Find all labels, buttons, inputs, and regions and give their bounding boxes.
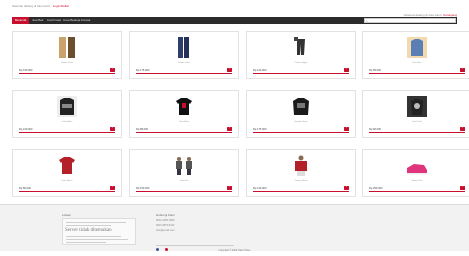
cart-icon: + — [345, 127, 348, 129]
divider — [136, 72, 232, 74]
main-navbar: Beranda Jual Beli Konfirmasi Cara Belanj… — [12, 17, 457, 24]
product-name[interactable]: Sweater Hitam — [247, 121, 355, 123]
product-image[interactable] — [56, 95, 78, 118]
product-card[interactable]: Celana Chino Rp 150.000 + — [12, 31, 122, 79]
map-text-line — [66, 242, 106, 243]
product-card[interactable]: Celana Jogger Rp 120.000 + — [246, 31, 356, 79]
divider — [369, 72, 465, 74]
map-text-line — [66, 236, 121, 237]
contact-line: 0812-3456-7890 — [156, 219, 175, 222]
product-name[interactable]: Kemeja Merah — [247, 180, 355, 182]
cart-icon: + — [228, 127, 231, 129]
product-card[interactable]: Kaos Print Rp 90.000 + — [362, 90, 469, 138]
social-links — [156, 238, 170, 256]
product-card[interactable]: Kaos Biru Rp 95.000 + — [362, 31, 469, 79]
add-to-cart-button[interactable]: + — [344, 127, 349, 131]
contact-title: Hubungi Kami — [156, 213, 175, 217]
add-to-cart-button[interactable]: + — [227, 127, 232, 131]
product-card[interactable]: Celana Jeans Rp 175.000 + — [129, 31, 239, 79]
cart-icon: + — [228, 68, 231, 70]
nav-item-contact[interactable]: Kontak — [78, 17, 93, 24]
product-image[interactable] — [173, 95, 195, 118]
login-link[interactable]: Login/Daftar — [53, 4, 69, 8]
product-card[interactable]: Kaos Set Rp 150.000 + — [129, 149, 239, 197]
product-card[interactable]: Kemeja Merah Rp 130.000 + — [246, 149, 356, 197]
cart-icon: + — [111, 127, 114, 129]
contact-line: 0813-9876-5432 — [156, 224, 175, 227]
divider — [136, 131, 232, 133]
product-name[interactable]: Kaos Biru — [363, 62, 469, 64]
product-card[interactable]: Kaos Merah Rp 80.000 + — [12, 149, 122, 197]
welcome-label: Selamat datang di toko kami, — [12, 4, 51, 8]
map-text-line — [66, 222, 126, 223]
divider — [253, 190, 349, 192]
map-text-line — [66, 225, 111, 226]
product-name[interactable]: Celana Chino — [13, 62, 121, 64]
nav-item-home[interactable]: Beranda — [12, 17, 30, 24]
product-name[interactable]: Kaos Merah — [13, 180, 121, 182]
product-name[interactable]: Kaos Set — [130, 180, 238, 182]
add-to-cart-button[interactable]: + — [460, 68, 465, 72]
add-to-cart-button[interactable]: + — [227, 186, 232, 190]
search-input[interactable]: ⌕ — [364, 18, 456, 23]
top-bar: Selamat datang di toko kami, Login/Daftar… — [0, 0, 469, 17]
product-image[interactable] — [406, 154, 428, 177]
divider — [253, 72, 349, 74]
divider — [19, 72, 115, 74]
cart-icon: + — [111, 68, 114, 70]
cart-icon: + — [345, 186, 348, 188]
add-to-cart-button[interactable]: + — [344, 68, 349, 72]
add-to-cart-button[interactable]: + — [344, 186, 349, 190]
divider — [369, 190, 465, 192]
product-image[interactable] — [173, 36, 195, 59]
welcome-text: Selamat datang di toko kami, Login/Daftar — [12, 4, 69, 8]
product-name[interactable]: Kaos Print — [363, 121, 469, 123]
add-to-cart-button[interactable]: + — [460, 127, 465, 131]
product-name[interactable]: Kaos Band — [130, 121, 238, 123]
product-card[interactable]: Jaket Hitam Rp 210.000 + — [12, 90, 122, 138]
divider — [19, 190, 115, 192]
contact-section: Hubungi Kami 0812-3456-7890 0813-9876-54… — [156, 213, 175, 232]
product-name[interactable]: Jaket Hitam — [13, 121, 121, 123]
product-name[interactable]: Celana Jogger — [247, 62, 355, 64]
divider — [19, 131, 115, 133]
product-name[interactable]: Sepatu Pink — [363, 180, 469, 182]
cart-icon: + — [345, 68, 348, 70]
product-image[interactable] — [56, 36, 78, 59]
product-image[interactable] — [290, 95, 312, 118]
add-to-cart-button[interactable]: + — [110, 127, 115, 131]
product-image[interactable] — [290, 154, 312, 177]
product-card[interactable]: Kaos Band Rp 85.000 + — [129, 90, 239, 138]
map-error-text: Server tidak ditemukan — [65, 228, 112, 233]
product-image[interactable] — [173, 154, 195, 177]
cart-icon: + — [461, 186, 464, 188]
add-to-cart-button[interactable]: + — [460, 186, 465, 190]
divider — [253, 131, 349, 133]
product-card[interactable]: Sweater Hitam Rp 175.000 + — [246, 90, 356, 138]
add-to-cart-button[interactable]: + — [110, 186, 115, 190]
product-image[interactable] — [56, 154, 78, 177]
add-to-cart-button[interactable]: + — [227, 68, 232, 72]
product-image[interactable] — [406, 95, 428, 118]
search-icon[interactable]: ⌕ — [366, 19, 368, 24]
cart-icon: + — [461, 127, 464, 129]
cart-icon: + — [228, 186, 231, 188]
product-image[interactable] — [290, 36, 312, 59]
footer: Lokasi Server tidak ditemukan Hubungi Ka… — [0, 204, 469, 252]
product-image[interactable] — [406, 36, 428, 59]
map-title: Lokasi — [62, 213, 71, 217]
map-frame[interactable]: Server tidak ditemukan — [62, 218, 136, 245]
cart-icon: + — [111, 186, 114, 188]
contact-line: toko@email.com — [156, 229, 175, 232]
product-card[interactable]: Sepatu Pink Rp 250.000 + — [362, 149, 469, 197]
cart-icon: + — [461, 68, 464, 70]
divider — [136, 190, 232, 192]
divider — [369, 131, 465, 133]
add-to-cart-button[interactable]: + — [110, 68, 115, 72]
divider — [156, 245, 234, 246]
product-name[interactable]: Celana Jeans — [130, 62, 238, 64]
map-text-line — [66, 239, 128, 240]
